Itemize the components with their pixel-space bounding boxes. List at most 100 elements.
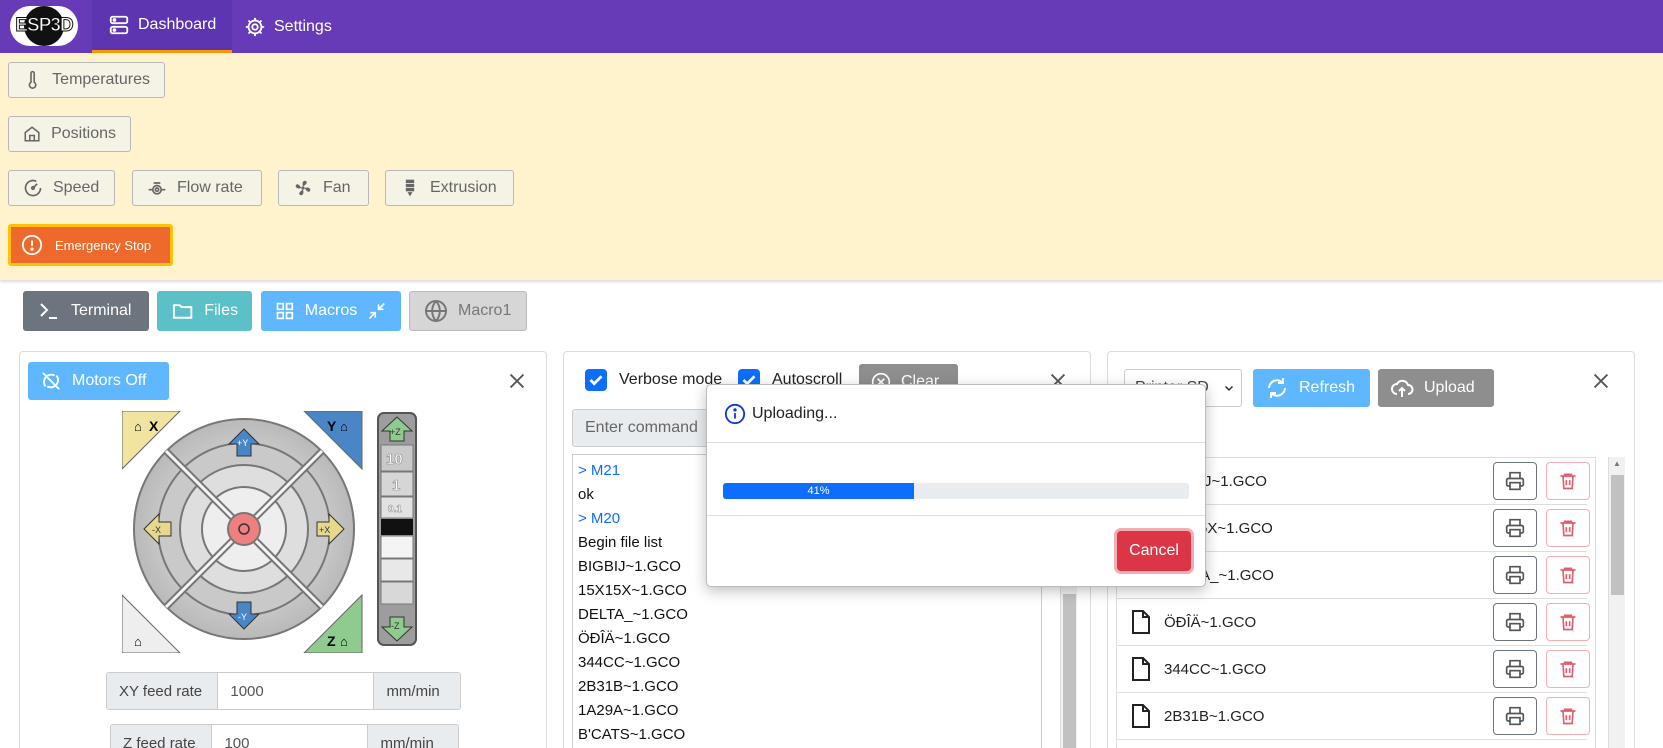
xy-feedrate-input[interactable]: 1000 (217, 673, 375, 709)
delete-button[interactable] (1546, 650, 1590, 688)
printer-icon (1505, 471, 1525, 491)
navbar: ESP3D Dashboard Settings (0, 0, 1663, 53)
terminal-line: DELTA_~1.GCO (578, 606, 688, 623)
trash-icon (1560, 520, 1576, 537)
positions-button[interactable]: Positions (8, 116, 131, 152)
terminal-line: 2B31B~1.GCO (578, 678, 679, 695)
delete-button[interactable] (1546, 603, 1590, 641)
check-icon (589, 375, 603, 386)
upload-progress: 41% (723, 483, 1189, 499)
cancel-button[interactable]: Cancel (1117, 531, 1191, 571)
extrusion-button[interactable]: Extrusion (385, 170, 514, 206)
print-button[interactable] (1493, 462, 1537, 500)
svg-text:⌂: ⌂ (340, 634, 348, 649)
print-button[interactable] (1493, 650, 1537, 688)
files-tab-label: Files (204, 302, 238, 319)
delete-button[interactable] (1546, 462, 1590, 500)
file-icon (1132, 610, 1150, 634)
trash-icon (1560, 473, 1576, 490)
z-feedrate-label: Z feed rate (111, 725, 212, 748)
svg-text:+Y: +Y (237, 438, 248, 448)
speedometer-icon (24, 179, 42, 197)
terminal-tab-button[interactable]: Terminal (23, 291, 149, 331)
fan-button[interactable]: Fan (278, 170, 369, 206)
emergency-stop-label: Emergency Stop (55, 237, 152, 253)
trash-icon (1560, 567, 1576, 584)
folder-icon (172, 304, 193, 319)
temperatures-label: Temperatures (52, 71, 150, 88)
files-tab-button[interactable]: Files (157, 291, 252, 331)
file-name: 344CC~1.GCO (1164, 660, 1267, 678)
thermometer-icon (28, 70, 37, 89)
fan-label: Fan (323, 179, 351, 196)
file-row[interactable]: 344CC~1.GCO (1117, 646, 1590, 693)
macro1-button[interactable]: Macro1 (409, 291, 527, 331)
upload-dialog-footer: Cancel (707, 515, 1205, 587)
refresh-label: Refresh (1299, 379, 1356, 396)
emergency-stop-button[interactable]: Emergency Stop (8, 224, 173, 266)
svg-text:⌂: ⌂ (134, 634, 142, 649)
speed-button[interactable]: Speed (8, 170, 115, 206)
printer-icon (1505, 659, 1525, 679)
tab-dashboard[interactable]: Dashboard (92, 0, 233, 53)
delete-button[interactable] (1546, 697, 1590, 735)
terminal-tab-label: Terminal (71, 302, 132, 319)
svg-text:⌂: ⌂ (134, 419, 142, 434)
print-button[interactable] (1493, 697, 1537, 735)
step-01-label[interactable]: 0.1 (388, 504, 403, 516)
upload-dialog-title: Uploading... (752, 404, 838, 422)
center-button[interactable] (227, 512, 261, 546)
print-button[interactable] (1493, 509, 1537, 547)
terminal-icon (40, 303, 57, 319)
svg-text:⌂: ⌂ (340, 419, 348, 434)
flowrate-label: Flow rate (177, 179, 243, 196)
step-10-label[interactable]: 10 (386, 451, 403, 469)
print-button[interactable] (1493, 603, 1537, 641)
tab-settings[interactable]: Settings (228, 0, 348, 53)
print-button[interactable] (1493, 556, 1537, 594)
motors-off-button[interactable]: Motors Off (28, 362, 169, 400)
flow-icon (148, 182, 166, 195)
refresh-button[interactable]: Refresh (1253, 369, 1370, 407)
temperatures-button[interactable]: Temperatures (8, 62, 165, 98)
xy-feedrate-group: XY feed rate 1000 mm/min (106, 672, 461, 710)
delete-button[interactable] (1546, 556, 1590, 594)
file-row[interactable]: ÖÐÎÄ~1.GCO (1117, 599, 1590, 646)
file-row[interactable]: 2B31B~1.GCO (1117, 693, 1590, 740)
z-feedrate-input[interactable]: 100 (211, 725, 369, 748)
gear-icon (245, 17, 265, 36)
printer-icon (1505, 518, 1525, 538)
upload-button[interactable]: Upload (1378, 369, 1494, 407)
file-name: 2B31B~1.GCO (1164, 707, 1265, 725)
z-feedrate-group: Z feed rate 100 mm/min (110, 724, 459, 748)
trash-icon (1560, 614, 1576, 631)
verbose-checkbox[interactable] (585, 369, 607, 391)
terminal-line: B'CATS~1.GCO (578, 726, 686, 743)
trash-icon (1560, 661, 1576, 678)
delete-button[interactable] (1546, 509, 1590, 547)
upload-progress-bar: 41% (723, 483, 915, 499)
home-x-label: X (149, 418, 159, 434)
upload-label: Upload (1424, 379, 1475, 396)
files-scrollbar[interactable]: ▲ (1608, 457, 1625, 748)
close-icon[interactable] (506, 370, 528, 392)
flowrate-button[interactable]: Flow rate (132, 170, 262, 206)
svg-text:+Z: +Z (390, 427, 401, 437)
svg-text:+X: +X (319, 525, 330, 535)
file-name: ÖÐÎÄ~1.GCO (1164, 613, 1257, 631)
tab-dashboard-label: Dashboard (138, 16, 217, 33)
fan-icon (295, 180, 311, 196)
esp3d-logo[interactable]: ESP3D (10, 6, 78, 46)
file-icon (1132, 704, 1150, 728)
tab-settings-label: Settings (274, 17, 332, 35)
macro1-label: Macro1 (458, 302, 512, 319)
step-1-label[interactable]: 1 (392, 477, 401, 495)
svg-text:-X: -X (152, 525, 161, 535)
macros-tab-label: Macros (304, 302, 358, 319)
positions-label: Positions (51, 125, 116, 142)
close-icon[interactable] (1590, 370, 1612, 392)
minimize-icon[interactable] (367, 299, 387, 323)
server-icon (109, 15, 129, 35)
home-z-label: Z (327, 633, 336, 649)
macros-tab-button[interactable]: Macros (261, 291, 401, 331)
